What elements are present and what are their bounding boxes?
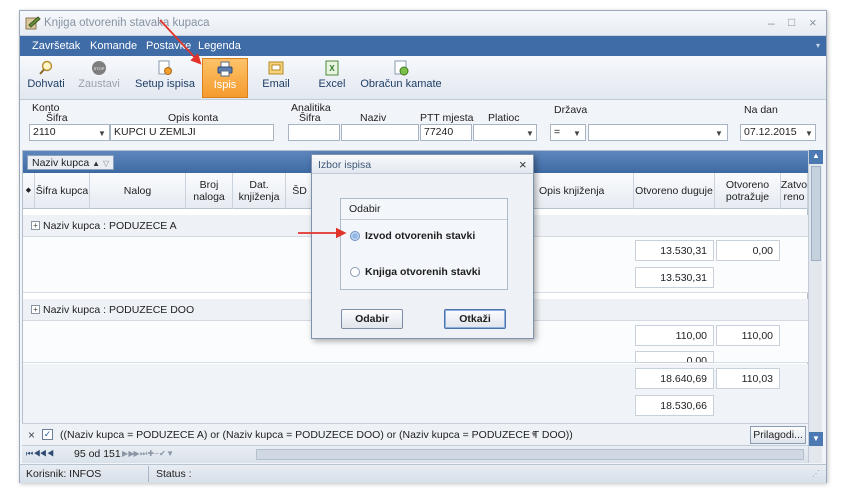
annotation-overlay xyxy=(159,19,347,239)
annotation-arrow-ispis xyxy=(159,19,202,65)
